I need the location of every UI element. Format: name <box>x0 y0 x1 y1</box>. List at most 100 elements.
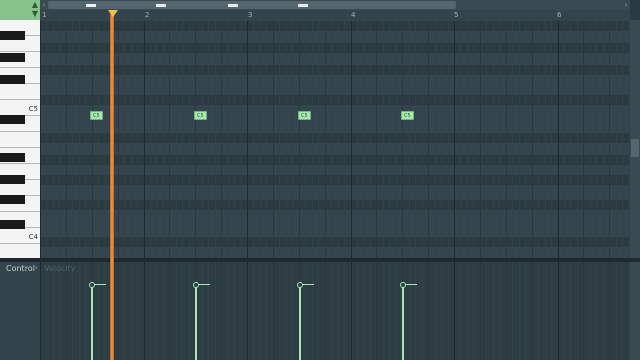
grid-line <box>376 262 377 360</box>
grid-line <box>467 21 468 258</box>
grid-line <box>79 21 80 258</box>
velocity-tail <box>198 284 210 285</box>
black-key-row <box>40 155 630 165</box>
grid-line <box>150 21 151 258</box>
note-overview-mark <box>86 4 96 7</box>
grid-line <box>228 21 229 258</box>
note[interactable]: C5 <box>298 111 311 120</box>
note-label: C5 <box>301 113 308 119</box>
grid-line <box>415 262 416 360</box>
velocity-bar[interactable] <box>402 286 404 360</box>
grid-line <box>344 21 345 258</box>
grid-line <box>189 262 190 360</box>
grid-line <box>241 262 242 360</box>
velocity-handle[interactable] <box>89 282 95 288</box>
grid-line <box>253 21 254 258</box>
velocity-bar[interactable] <box>299 286 301 360</box>
grid-line <box>318 262 319 360</box>
grid-line <box>331 21 332 258</box>
velocity-handle[interactable] <box>193 282 199 288</box>
bar-number: 1 <box>42 11 47 19</box>
grid-line <box>150 262 151 360</box>
note[interactable]: C5 <box>401 111 414 120</box>
grid-line <box>454 21 455 258</box>
note-overview-mark <box>156 4 166 7</box>
black-key[interactable] <box>0 53 25 62</box>
grid-line <box>66 21 67 258</box>
black-key[interactable] <box>0 195 25 204</box>
grid-line <box>208 262 209 360</box>
grid-line <box>525 262 526 360</box>
bar-number: 6 <box>557 11 562 19</box>
grid-line <box>228 262 229 360</box>
grid-line <box>402 21 403 258</box>
note-label: C5 <box>197 113 204 119</box>
grid-line <box>460 21 461 258</box>
playhead-marker-icon[interactable] <box>108 10 118 17</box>
grid-line <box>616 21 617 258</box>
velocity-bar[interactable] <box>91 286 93 360</box>
black-key[interactable] <box>0 175 25 184</box>
grid-line <box>273 262 274 360</box>
snap-toggle-icon[interactable]: ▲ ▼ <box>30 0 40 20</box>
grid-line <box>59 21 60 258</box>
grid-line <box>137 262 138 360</box>
black-key[interactable] <box>0 31 25 40</box>
grid-line <box>202 262 203 360</box>
grid-line <box>370 262 371 360</box>
velocity-handle[interactable] <box>400 282 406 288</box>
grid-line <box>98 21 99 258</box>
white-key[interactable]: C4 <box>0 228 40 244</box>
grid-line <box>163 21 164 258</box>
grid-line <box>590 262 591 360</box>
velocity-handle[interactable] <box>297 282 303 288</box>
velocity-tail <box>94 284 106 285</box>
note[interactable]: C5 <box>194 111 207 120</box>
grid-line <box>163 262 164 360</box>
control-arrow-icon[interactable]: › <box>35 264 38 272</box>
black-key[interactable] <box>0 115 25 124</box>
white-key[interactable]: C5 <box>0 100 40 116</box>
piano-keyboard[interactable]: C5 C4 <box>0 20 40 258</box>
grid-line <box>512 262 513 360</box>
note-label: C5 <box>93 113 100 119</box>
black-key[interactable] <box>0 220 25 229</box>
grid-line <box>448 262 449 360</box>
grid-line <box>131 262 132 360</box>
grid-line <box>525 21 526 258</box>
grid-line <box>169 21 170 258</box>
grid-line <box>253 262 254 360</box>
grid-line <box>570 21 571 258</box>
scroll-left-icon[interactable]: ‹ <box>40 0 48 10</box>
black-key[interactable] <box>0 153 25 162</box>
scroll-right-icon[interactable]: › <box>622 0 630 10</box>
grid-line <box>616 262 617 360</box>
event-scrollbar[interactable] <box>630 262 640 360</box>
grid-line <box>241 21 242 258</box>
grid-line <box>189 21 190 258</box>
black-key-row <box>40 95 630 105</box>
playhead[interactable] <box>110 12 114 360</box>
grid-line <box>506 21 507 258</box>
grid-line <box>577 21 578 258</box>
grid-line <box>609 21 610 258</box>
grid-line <box>312 21 313 258</box>
control-label[interactable]: Control <box>6 264 35 273</box>
black-key[interactable] <box>0 75 25 84</box>
white-key[interactable] <box>0 132 40 148</box>
velocity-bar[interactable] <box>195 286 197 360</box>
velocity-editor[interactable] <box>40 262 630 360</box>
grid-line <box>596 21 597 258</box>
white-key[interactable] <box>0 244 40 258</box>
grid-line <box>338 262 339 360</box>
scrollbar-thumb[interactable] <box>48 1 456 9</box>
grid-line <box>124 262 125 360</box>
grid-line <box>305 21 306 258</box>
piano-roll-grid[interactable]: C5 C5 C5 C5 <box>40 21 630 258</box>
grid-line <box>325 262 326 360</box>
white-key[interactable] <box>0 84 40 100</box>
vertical-scrollbar-thumb[interactable] <box>631 139 639 157</box>
grid-line <box>105 262 106 360</box>
note[interactable]: C5 <box>90 111 103 120</box>
grid-line <box>473 21 474 258</box>
